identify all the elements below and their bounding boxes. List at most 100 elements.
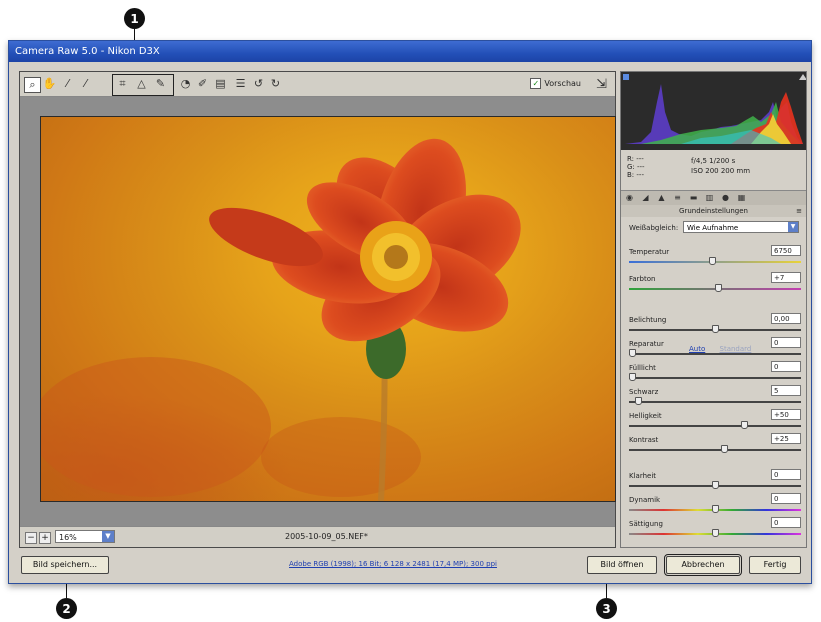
crop-tool-icon[interactable]: ⌗ bbox=[115, 77, 130, 91]
slider-thumb[interactable] bbox=[720, 445, 728, 453]
panel-title-text: Grundeinstellungen bbox=[679, 207, 748, 215]
slider-track[interactable] bbox=[629, 401, 801, 403]
panel-menu-icon[interactable]: ≡ bbox=[796, 205, 802, 217]
slider-value-field[interactable]: 5 bbox=[771, 385, 801, 396]
preview-pane: ⌕ ✋ ⁄ ⁄ ⌗ △ ✎ ◔ ✐ ▤ ☰ ↺ ↻ ✓ Vorschau ⇲ −… bbox=[19, 71, 616, 548]
slider-thumb[interactable] bbox=[629, 349, 637, 357]
done-button[interactable]: Fertig bbox=[749, 556, 801, 574]
detail-tab-icon[interactable]: ▲ bbox=[657, 193, 666, 202]
workflow-options-link[interactable]: Adobe RGB (1998); 16 Bit; 6 128 x 2481 (… bbox=[289, 560, 497, 568]
slider-label: Kontrast bbox=[629, 436, 659, 444]
slider-value-field[interactable]: 0 bbox=[771, 361, 801, 372]
slider-value-field[interactable]: +7 bbox=[771, 272, 801, 283]
graduated-filter-icon[interactable]: ▤ bbox=[213, 77, 228, 91]
window-title: Camera Raw 5.0 - Nikon D3X bbox=[9, 41, 811, 62]
basic-tab-icon[interactable]: ◉ bbox=[625, 193, 634, 202]
slider-thumb[interactable] bbox=[708, 257, 716, 265]
color-sampler-tool-icon[interactable]: ⁄ bbox=[78, 77, 93, 91]
preview-checkbox[interactable]: ✓ bbox=[530, 78, 542, 89]
fullscreen-icon[interactable]: ⇲ bbox=[596, 77, 607, 92]
camera-info: R: --- G: --- B: --- f/4,5 1/200 s ISO 2… bbox=[621, 152, 806, 188]
white-balance-select[interactable]: Wie Aufnahme ▼ bbox=[683, 221, 799, 233]
file-name: 2005-10-09_05.NEF* bbox=[285, 532, 368, 541]
slider-value-field[interactable]: +25 bbox=[771, 433, 801, 444]
chevron-down-icon: ▼ bbox=[788, 222, 798, 232]
slider-thumb[interactable] bbox=[712, 529, 719, 537]
save-image-button[interactable]: Bild speichern... bbox=[21, 556, 109, 574]
slider-thumb[interactable] bbox=[712, 481, 719, 489]
photo-preview[interactable] bbox=[40, 116, 616, 502]
slider-thumb[interactable] bbox=[629, 373, 637, 381]
open-image-button[interactable]: Bild öffnen bbox=[587, 556, 657, 574]
presets-tab-icon[interactable]: ▦ bbox=[737, 193, 746, 202]
white-balance-label: Weißabgleich: bbox=[629, 224, 679, 232]
zoom-in-button[interactable]: + bbox=[39, 532, 51, 544]
callout-2: 2 bbox=[56, 598, 77, 619]
chevron-down-icon: ▼ bbox=[102, 531, 114, 542]
iso-focal-length: ISO 200 200 mm bbox=[691, 167, 751, 175]
slider-value-field[interactable]: 0 bbox=[771, 469, 801, 480]
status-bar: − + 16% ▼ 2005-10-09_05.NEF* bbox=[20, 526, 615, 547]
green-readout: G: --- bbox=[627, 163, 645, 171]
tone-curve-tab-icon[interactable]: ◢ bbox=[641, 193, 650, 202]
zoom-select[interactable]: 16% ▼ bbox=[55, 530, 115, 543]
slider-track[interactable] bbox=[629, 425, 801, 427]
red-eye-tool-icon[interactable]: ◔ bbox=[178, 77, 193, 91]
rotate-cw-icon[interactable]: ↻ bbox=[268, 77, 283, 91]
slider-value-field[interactable]: 6750 bbox=[771, 245, 801, 256]
rgb-readout: R: --- G: --- B: --- bbox=[627, 155, 645, 179]
slider-thumb[interactable] bbox=[741, 421, 749, 429]
spot-removal-tool-icon[interactable]: ✎ bbox=[153, 77, 168, 91]
slider-row-farbton: Farbton +7 bbox=[629, 272, 801, 299]
cancel-button[interactable]: Abbrechen bbox=[664, 554, 742, 576]
rotate-ccw-icon[interactable]: ↺ bbox=[251, 77, 266, 91]
white-balance-value: Wie Aufnahme bbox=[687, 224, 739, 232]
slider-thumb[interactable] bbox=[712, 325, 719, 333]
slider-value-field[interactable]: +50 bbox=[771, 409, 801, 420]
callout-3: 3 bbox=[596, 598, 617, 619]
slider-thumb[interactable] bbox=[634, 397, 642, 405]
slider-value-field[interactable]: 0 bbox=[771, 493, 801, 504]
white-balance-tool-icon[interactable]: ⁄ bbox=[60, 77, 75, 91]
slider-label: Helligkeit bbox=[629, 412, 662, 420]
preview-label: Vorschau bbox=[544, 79, 581, 88]
hsl-tab-icon[interactable]: ≡ bbox=[673, 193, 682, 202]
hand-tool-icon[interactable]: ✋ bbox=[42, 77, 57, 91]
slider-value-field[interactable]: 0 bbox=[771, 517, 801, 528]
camera-calibration-tab-icon[interactable]: ● bbox=[721, 193, 730, 202]
slider-track[interactable] bbox=[629, 377, 801, 379]
slider-value-field[interactable]: 0 bbox=[771, 337, 801, 348]
toolbar: ⌕ ✋ ⁄ ⁄ ⌗ △ ✎ ◔ ✐ ▤ ☰ ↺ ↻ ✓ Vorschau ⇲ bbox=[20, 72, 615, 97]
slider-row-sättigung: Sättigung 0 bbox=[629, 517, 801, 544]
slider-track[interactable] bbox=[629, 353, 801, 355]
preview-toggle[interactable]: ✓ Vorschau bbox=[530, 78, 581, 89]
split-toning-tab-icon[interactable]: ▬ bbox=[689, 193, 698, 202]
histogram bbox=[621, 72, 807, 150]
settings-pane: R: --- G: --- B: --- f/4,5 1/200 s ISO 2… bbox=[620, 71, 807, 548]
zoom-out-button[interactable]: − bbox=[25, 532, 37, 544]
slider-thumb[interactable] bbox=[712, 505, 719, 513]
slider-label: Klarheit bbox=[629, 472, 657, 480]
slider-label: Dynamik bbox=[629, 496, 661, 504]
slider-row-temperatur: Temperatur 6750 bbox=[629, 245, 801, 272]
histogram-graph bbox=[621, 72, 807, 150]
panel-tabs: ◉ ◢ ▲ ≡ ▬ ▥ ● ▦ bbox=[621, 190, 806, 206]
preferences-icon[interactable]: ☰ bbox=[233, 77, 248, 91]
flower-image bbox=[41, 138, 521, 501]
blue-readout: B: --- bbox=[627, 171, 644, 179]
slider-track[interactable] bbox=[629, 449, 801, 451]
bottom-bar: Bild speichern... Adobe RGB (1998); 16 B… bbox=[9, 549, 811, 583]
slider-label: Farbton bbox=[629, 275, 656, 283]
slider-thumb[interactable] bbox=[715, 284, 723, 292]
slider-row-kontrast: Kontrast +25 bbox=[629, 433, 801, 460]
red-readout: R: --- bbox=[627, 155, 644, 163]
slider-value-field[interactable]: 0,00 bbox=[771, 313, 801, 324]
lens-tab-icon[interactable]: ▥ bbox=[705, 193, 714, 202]
slider-label: Belichtung bbox=[629, 316, 667, 324]
slider-label: Temperatur bbox=[629, 248, 670, 256]
slider-label: Reparatur bbox=[629, 340, 664, 348]
straighten-tool-icon[interactable]: △ bbox=[134, 77, 149, 91]
aperture-shutter: f/4,5 1/200 s bbox=[691, 157, 736, 165]
zoom-tool-icon[interactable]: ⌕ bbox=[24, 77, 41, 93]
adjustment-brush-icon[interactable]: ✐ bbox=[195, 77, 210, 91]
